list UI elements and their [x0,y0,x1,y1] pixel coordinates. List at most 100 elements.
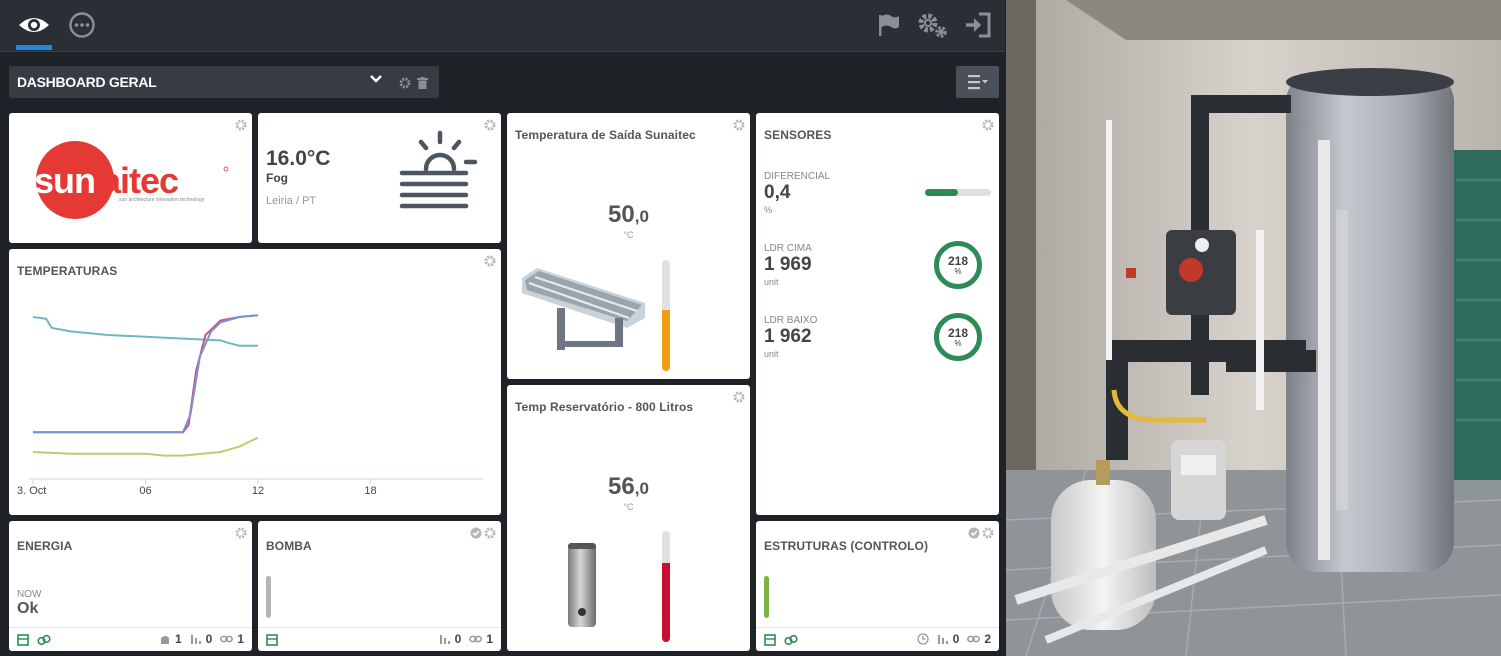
diferencial-bar-fill [925,189,958,196]
sunaitec-logo: sun aitec sun architecture innovation te… [34,141,229,219]
widget-title: BOMBA [266,539,312,553]
table-icon[interactable] [17,633,29,651]
ldr-cima-unit: unit [764,277,779,287]
dashboard-title: DASHBOARD GERAL [17,74,157,90]
ldr-cima-gauge: 218 % [934,241,982,289]
count-c: 1 [486,632,493,646]
table-icon[interactable] [764,633,776,651]
gear-icon[interactable] [982,118,994,136]
widget-title: ESTRUTURAS (CONTROLO) [764,539,929,553]
menu-button[interactable] [956,66,999,98]
gear-icon[interactable] [982,526,994,544]
weather-condition: Fog [266,171,288,185]
x-tick-label: 18 [364,485,376,497]
weather-temperature: 16.0°C [266,147,331,170]
weather-widget: 16.0°C Fog Leiria / PT [258,113,501,243]
count-a: 1 [174,632,182,646]
diferencial-value: 0,4 [764,182,791,203]
x-tick-label: 06 [139,485,151,497]
count-b: 0 [952,632,960,646]
gear-icon[interactable] [484,118,496,136]
ldr-baixo-gauge: 218 % [934,313,982,361]
saida-level-track [662,260,670,371]
bar-chart-icon [937,633,949,645]
diferencial-unit: % [764,205,773,215]
check-circle-icon[interactable] [968,526,980,544]
widget-title: Temp Reservatório - 800 Litros [515,400,694,414]
reservatorio-level-fill [662,563,670,642]
weather-location: Leiria / PT [266,195,317,207]
widget-title: Temperatura de Saída Sunaitec [515,128,696,142]
now-label: NOW [17,589,42,600]
table-icon[interactable] [266,633,278,651]
trash-icon[interactable] [417,76,428,94]
widget-footer: 0 2 [756,627,999,651]
ldr-cima-value: 1 969 [764,254,812,275]
widget-footer: 1 0 1 [9,627,252,651]
eye-icon[interactable] [17,8,51,42]
more-horizontal-icon[interactable] [65,8,99,42]
link-icon[interactable] [784,633,798,651]
widget-title: ENERGIA [17,539,73,553]
bar-chart-icon [190,633,202,645]
gear-icon[interactable] [733,118,745,136]
device-icon [159,633,171,645]
ldr-cima-label: LDR CIMA [764,243,812,254]
svg-text:sun: sun [34,160,95,201]
solar-collector-image [522,268,645,350]
gear-icon[interactable] [733,390,745,408]
reservatorio-level-track [662,531,670,642]
gear-icon[interactable] [235,526,247,544]
count-b: 0 [205,632,213,646]
check-circle-icon[interactable] [470,526,482,544]
x-tick-label: 12 [252,485,264,497]
bomba-status-bar [266,576,271,618]
count-c: 1 [237,632,244,646]
link-icon[interactable] [37,633,51,651]
svg-text:sun architecture innovation te: sun architecture innovation technology [119,197,205,203]
gear-icon[interactable] [484,526,496,544]
temperature-line-chart[interactable]: 3. Oct 06 12 18 [9,249,501,515]
water-tank-image [568,543,596,627]
clock-icon [916,633,929,645]
ldr-baixo-label: LDR BAIXO [764,315,818,326]
gears-icon[interactable] [915,8,949,42]
saida-unit: °C [623,230,634,240]
sign-in-icon[interactable] [961,8,995,42]
bar-chart-icon [439,633,451,645]
ldr-baixo-value: 1 962 [764,326,812,347]
flag-icon[interactable] [871,8,905,42]
gear-icon[interactable] [399,76,411,94]
diferencial-label: DIFERENCIAL [764,171,831,182]
chevron-down-icon[interactable] [369,72,383,91]
installation-photo [1006,0,1501,656]
saida-value: 50,0 [608,201,649,228]
saida-temperature-widget: Temperatura de Saída Sunaitec 50,0 °C [507,113,750,379]
reservatorio-temperature-widget: Temp Reservatório - 800 Litros 56,0 °C [507,385,750,651]
diferencial-bar-track [925,189,991,196]
estruturas-widget: ESTRUTURAS (CONTROLO) 0 2 [756,521,999,651]
sensores-widget: SENSORES DIFERENCIAL 0,4 % LDR CIMA 1 96… [756,113,999,515]
widget-title: SENSORES [764,128,832,142]
logo-widget: sun aitec sun architecture innovation te… [9,113,252,243]
active-tab-indicator [16,45,52,50]
series-line-1[interactable] [33,314,259,434]
saida-level-fill [662,309,670,371]
menu-icon [967,75,988,90]
dashboard-selector[interactable]: DASHBOARD GERAL [9,66,439,98]
bomba-widget: BOMBA 0 1 [258,521,501,651]
widget-footer: 0 1 [258,627,501,651]
count-b: 0 [454,632,462,646]
link-icon [967,633,981,645]
series-line-3[interactable] [32,436,259,457]
fog-icon [399,130,478,209]
series-line-2[interactable] [33,314,259,434]
ldr-baixo-unit: unit [764,349,779,359]
top-bar [0,0,1005,52]
link-icon [469,633,483,645]
reservatorio-unit: °C [623,502,634,512]
estruturas-status-bar [764,576,769,618]
count-c: 2 [984,632,991,646]
x-tick-label: 3. Oct [17,485,46,497]
svg-text:aitec: aitec [101,160,178,201]
